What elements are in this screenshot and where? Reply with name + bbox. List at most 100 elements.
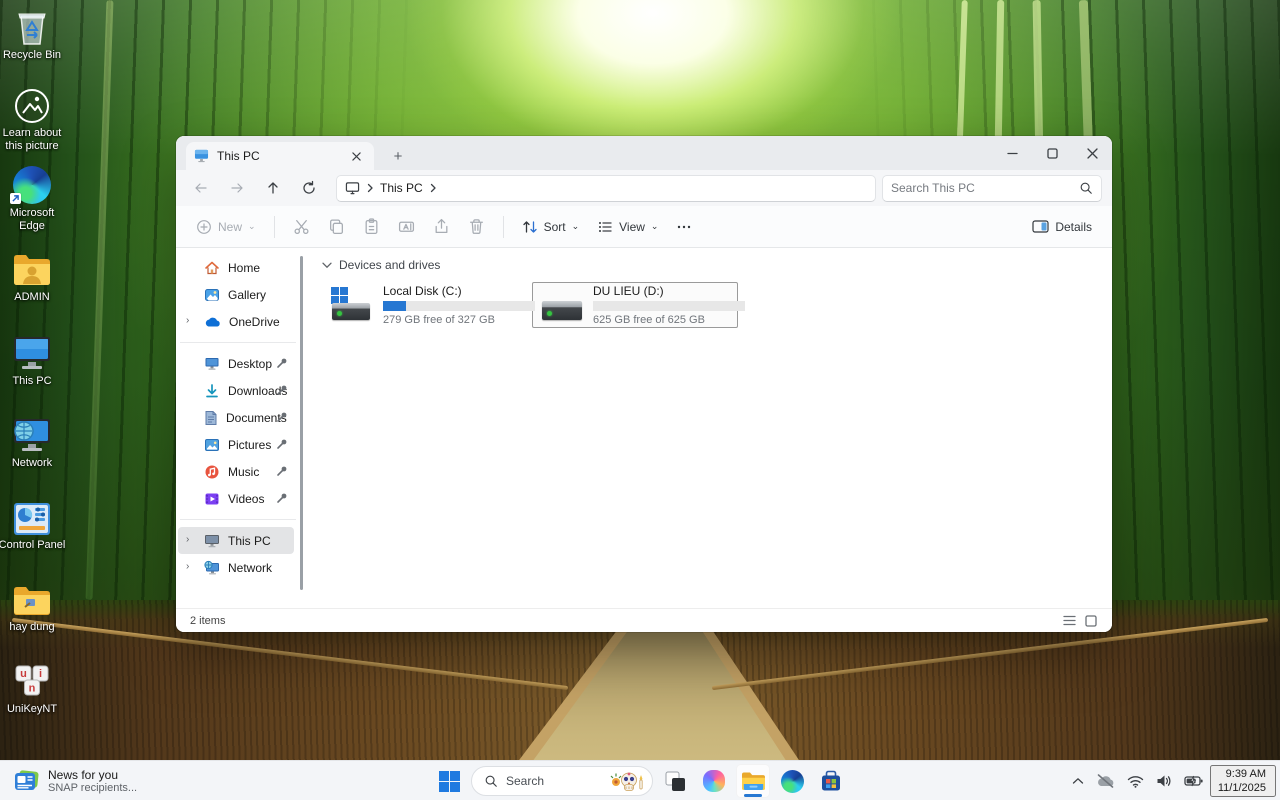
new-tab-button[interactable]: + xyxy=(388,146,408,166)
details-pane-button[interactable]: Details xyxy=(1024,212,1100,242)
desktop-icon-learn-about-picture[interactable]: Learn about this picture xyxy=(0,84,68,153)
desktop-icon-hay-dung[interactable]: hay dung xyxy=(0,578,68,634)
monitor-icon xyxy=(12,335,52,372)
command-bar: New ⌄ Sort ⌄ View ⌄ xyxy=(176,206,1112,248)
start-button[interactable] xyxy=(432,764,466,798)
pictures-icon xyxy=(204,437,220,453)
forward-button[interactable] xyxy=(222,174,252,202)
address-bar[interactable]: This PC xyxy=(336,175,876,202)
paste-button[interactable] xyxy=(355,212,388,242)
documents-icon xyxy=(204,410,218,426)
sidebar-item-pictures[interactable]: Pictures xyxy=(178,431,294,458)
file-explorer-window: This PC + This PC xyxy=(176,136,1112,632)
sidebar-item-downloads[interactable]: Downloads xyxy=(178,377,294,404)
onedrive-tray-icon[interactable] xyxy=(1091,765,1120,797)
sidebar-item-gallery[interactable]: Gallery xyxy=(178,281,294,308)
desktop-icon-label: ADMIN xyxy=(0,291,68,304)
file-explorer-button[interactable] xyxy=(736,764,770,798)
sidebar-item-label: Music xyxy=(228,465,259,479)
drive-tile-local-disk-c[interactable]: Local Disk (C:) 279 GB free of 327 GB xyxy=(322,282,528,328)
drive-c-icon xyxy=(329,287,375,323)
sidebar-scrollbar[interactable] xyxy=(300,256,303,604)
copilot-button[interactable] xyxy=(697,764,731,798)
desktop-icon-this-pc[interactable]: This PC xyxy=(0,332,68,388)
widgets-button[interactable]: News for you SNAP recipients... xyxy=(6,764,145,798)
new-button[interactable]: New ⌄ xyxy=(188,212,264,242)
desktop-icon-label: Network xyxy=(0,457,68,470)
details-view-toggle[interactable] xyxy=(1058,611,1080,631)
scrollbar-thumb[interactable] xyxy=(300,256,303,590)
location-computer-icon xyxy=(345,181,360,195)
hidden-icons-chevron-icon[interactable] xyxy=(1067,765,1089,797)
battery-icon[interactable] xyxy=(1179,765,1208,797)
delete-button[interactable] xyxy=(460,212,493,242)
pin-icon xyxy=(276,438,288,450)
explorer-search-input[interactable] xyxy=(891,181,1079,195)
desktop-icon-microsoft-edge[interactable]: Microsoft Edge xyxy=(0,164,68,233)
rename-button[interactable] xyxy=(390,212,423,242)
maximize-button[interactable] xyxy=(1032,136,1072,170)
refresh-button[interactable] xyxy=(294,174,324,202)
sidebar-item-label: This PC xyxy=(228,534,271,548)
status-bar: 2 items xyxy=(176,608,1112,632)
this-pc-small-icon xyxy=(204,533,220,548)
onedrive-icon xyxy=(204,316,221,328)
large-icons-view-toggle[interactable] xyxy=(1080,611,1102,631)
sidebar-item-documents[interactable]: Documents xyxy=(178,404,294,431)
sidebar-item-desktop[interactable]: Desktop xyxy=(178,350,294,377)
devices-and-drives-group[interactable]: Devices and drives xyxy=(322,258,1112,272)
desktop-icon-network[interactable]: Network xyxy=(0,414,68,470)
sidebar-item-label: Gallery xyxy=(228,288,266,302)
sidebar-item-home[interactable]: Home xyxy=(178,254,294,281)
sidebar-item-videos[interactable]: Videos xyxy=(178,485,294,512)
pin-icon xyxy=(276,465,288,477)
breadcrumb-this-pc[interactable]: This PC xyxy=(380,181,423,195)
details-button-label: Details xyxy=(1055,220,1092,234)
tab-this-pc[interactable]: This PC xyxy=(186,142,374,170)
view-button[interactable]: View ⌄ xyxy=(589,212,666,242)
edge-button[interactable] xyxy=(775,764,809,798)
tray-date: 11/1/2025 xyxy=(1218,781,1266,795)
pin-icon xyxy=(276,384,288,396)
capacity-bar xyxy=(593,301,745,311)
sidebar-item-onedrive[interactable]: › OneDrive xyxy=(178,308,294,335)
microsoft-store-button[interactable] xyxy=(814,764,848,798)
desktop-icon-unikeynt[interactable]: uin UniKeyNT xyxy=(0,660,68,716)
desktop-icon-recycle-bin[interactable]: Recycle Bin xyxy=(0,6,68,62)
minimize-button[interactable] xyxy=(992,136,1032,170)
more-options-button[interactable] xyxy=(668,212,700,242)
sidebar-item-label: Network xyxy=(228,561,272,575)
explorer-search-box[interactable] xyxy=(882,175,1102,202)
desktop-icon-label: Recycle Bin xyxy=(0,49,68,62)
expand-chevron-icon[interactable]: › xyxy=(186,315,198,327)
expand-chevron-icon[interactable]: › xyxy=(186,534,198,546)
desktop-icon-label: Microsoft Edge xyxy=(0,207,68,233)
drive-tile-du-lieu-d[interactable]: DU LIEU (D:) 625 GB free of 625 GB xyxy=(532,282,738,328)
up-button[interactable] xyxy=(258,174,288,202)
desktop-icon-admin[interactable]: ADMIN xyxy=(0,248,68,304)
sidebar-item-network[interactable]: › Network xyxy=(178,554,294,581)
expand-chevron-icon[interactable]: › xyxy=(186,561,198,573)
close-button[interactable] xyxy=(1072,136,1112,170)
sidebar-item-music[interactable]: Music xyxy=(178,458,294,485)
wifi-icon[interactable] xyxy=(1122,765,1149,797)
sidebar-item-label: OneDrive xyxy=(229,315,280,329)
drive-free-space: 625 GB free of 625 GB xyxy=(593,314,731,326)
task-view-button[interactable] xyxy=(658,764,692,798)
taskbar-clock[interactable]: 9:39 AM 11/1/2025 xyxy=(1210,765,1276,798)
sidebar-item-this-pc[interactable]: › This PC xyxy=(178,527,294,554)
desktop-icon-label: hay dung xyxy=(0,621,68,634)
user-folder-icon xyxy=(12,252,52,288)
share-button[interactable] xyxy=(425,212,458,242)
back-button[interactable] xyxy=(186,174,216,202)
volume-icon[interactable] xyxy=(1151,765,1177,797)
taskbar-search-box[interactable]: Search xyxy=(471,766,653,796)
desktop-icon-control-panel[interactable]: Control Panel xyxy=(0,496,68,552)
items-view: Devices and drives Local Disk (C:) 279 G… xyxy=(304,248,1112,608)
copy-button[interactable] xyxy=(320,212,353,242)
cut-button[interactable] xyxy=(285,212,318,242)
tab-close-button[interactable] xyxy=(346,146,366,166)
sort-button[interactable]: Sort ⌄ xyxy=(514,212,588,242)
new-button-label: New xyxy=(218,220,242,234)
desktop: Recycle Bin Learn about this picture Mic… xyxy=(0,0,1280,800)
